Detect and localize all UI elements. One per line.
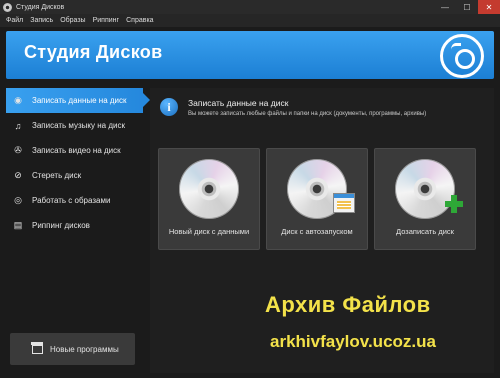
menu-file[interactable]: Файл (6, 17, 23, 24)
new-programs-button[interactable]: Новые программы (10, 333, 135, 365)
sidebar-item-images[interactable]: ◎ Работать с образами (6, 188, 143, 213)
document-icon: ▤ (13, 220, 23, 230)
tile-label: Новый диск с данными (168, 227, 250, 236)
sidebar-item-label: Стереть диск (32, 171, 82, 180)
tile-label: Диск с автозапуском (281, 227, 353, 236)
menu-record[interactable]: Запись (30, 17, 53, 24)
sidebar-item-label: Риппинг дисков (32, 221, 90, 230)
close-button[interactable]: ✕ (478, 0, 500, 14)
music-note-icon: ♫ (14, 120, 22, 131)
disc-icon: ◉ (14, 95, 22, 105)
app-banner: Студия Дисков (6, 31, 494, 79)
sidebar-item-burn-video[interactable]: ✇ Записать видео на диск (6, 138, 143, 163)
sidebar-item-label: Работать с образами (32, 196, 111, 205)
section-title: Записать данные на диск (188, 98, 289, 108)
title-bar: Студия Дисков — ☐ ✕ (0, 0, 500, 14)
window-title: Студия Дисков (16, 3, 65, 11)
append-disc-tile[interactable]: Дозаписать диск (374, 148, 476, 250)
disc-icon (440, 34, 484, 78)
main-panel: i Записать данные на диск Вы можете запи… (150, 88, 494, 373)
sidebar-item-ripping[interactable]: ▤ Риппинг дисков (6, 213, 143, 238)
new-data-disc-tile[interactable]: Новый диск с данными (158, 148, 260, 250)
sidebar-item-burn-music[interactable]: ♫ Записать музыку на диск (6, 113, 143, 138)
menu-help[interactable]: Справка (126, 17, 153, 24)
sidebar: ◉ Записать данные на диск ♫ Записать муз… (6, 88, 150, 373)
section-subtitle: Вы можете записать любые файлы и папки н… (188, 111, 427, 117)
new-programs-label: Новые программы (50, 344, 119, 354)
sidebar-item-burn-data[interactable]: ◉ Записать данные на диск (6, 88, 150, 113)
box-icon (31, 341, 43, 354)
menu-bar: Файл Запись Образы Риппинг Справка (0, 14, 500, 27)
minimize-button[interactable]: — (434, 0, 456, 14)
sidebar-item-label: Записать музыку на диск (32, 121, 125, 130)
maximize-button[interactable]: ☐ (456, 0, 478, 14)
autorun-disc-tile[interactable]: Диск с автозапуском (266, 148, 368, 250)
app-disc-icon (3, 2, 12, 12)
menu-ripping[interactable]: Риппинг (93, 17, 120, 24)
cd-icon (179, 159, 239, 219)
eye-icon: ◎ (14, 195, 22, 205)
window-controls: — ☐ ✕ (434, 0, 500, 14)
film-reel-icon: ✇ (14, 145, 22, 155)
sidebar-item-label: Записать видео на диск (32, 146, 121, 155)
plus-icon (445, 195, 463, 213)
erase-icon: ⊘ (14, 170, 22, 180)
menu-images[interactable]: Образы (60, 17, 85, 24)
watermark-url: arkhivfaylov.ucoz.ua (270, 332, 436, 351)
watermark-title: Архив Файлов (265, 292, 431, 317)
window-badge-icon (333, 193, 355, 213)
sidebar-item-label: Записать данные на диск (32, 96, 127, 105)
info-icon: i (160, 98, 178, 116)
tile-label: Дозаписать диск (396, 227, 454, 236)
sidebar-item-erase[interactable]: ⊘ Стереть диск (6, 163, 143, 188)
banner-title: Студия Дисков (24, 42, 163, 62)
